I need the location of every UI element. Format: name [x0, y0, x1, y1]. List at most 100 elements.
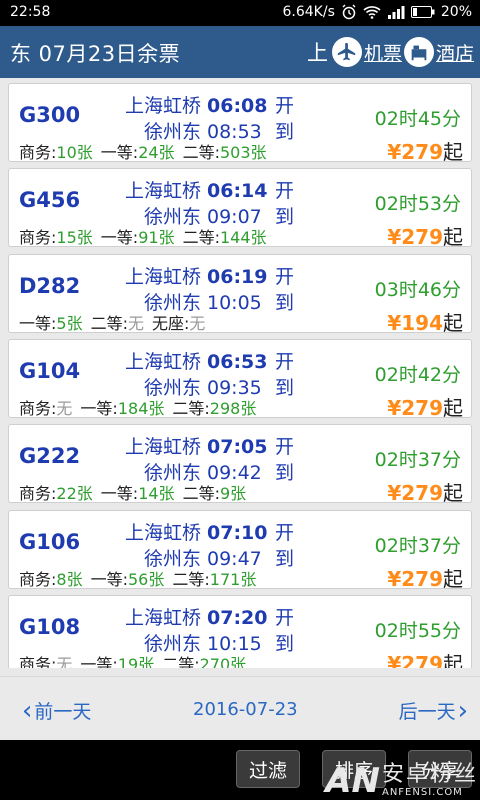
arrival-action: 到: [275, 206, 295, 229]
arrival-action: 到: [275, 547, 295, 570]
seat-count: 56张: [128, 569, 165, 589]
train-card[interactable]: G222 上海虹桥 07:05 开徐州东 09:42 到 02时37分 商务:22张 一等:14…: [8, 424, 472, 506]
arrival-action: 到: [275, 376, 295, 399]
price-suffix: 起: [443, 651, 463, 668]
currency-symbol: ¥: [387, 395, 402, 420]
seat-count: 503张: [219, 143, 267, 162]
flight-link[interactable]: 机票: [331, 37, 402, 67]
prev-day-button[interactable]: ‹ 前一天: [20, 697, 91, 724]
hotel-link[interactable]: 酒店: [403, 37, 474, 67]
departure-time: 06:14: [207, 180, 268, 203]
train-card[interactable]: G106 上海虹桥 07:10 开徐州东 09:47 到 02时37分 商务:8张 一等:56张…: [8, 509, 472, 591]
price-suffix: 起: [443, 566, 463, 591]
departure-action: 开: [275, 265, 295, 288]
seat-availability: 商务:10张 一等:24张 二等:503张: [19, 139, 275, 163]
alarm-icon: [341, 4, 357, 20]
price-amount: 194: [401, 310, 443, 335]
travel-duration: 03时46分: [374, 278, 461, 301]
arrival-time: 10:05: [207, 291, 262, 314]
seat-count: 184张: [117, 398, 165, 418]
seat-availability: 商务:22张 一等:14张 二等:9张: [19, 480, 254, 504]
train-code: G456: [19, 188, 81, 213]
price-suffix: 起: [443, 140, 463, 164]
hotel-icon: [403, 37, 434, 67]
seat-class-label: 无座:: [152, 313, 190, 333]
seat-availability: 商务:无 一等:184张 二等:298张: [19, 395, 264, 419]
travel-duration: 02时42分: [374, 363, 461, 386]
departure-station: 上海虹桥: [124, 180, 201, 203]
seat-class-label: 商务:: [19, 228, 57, 248]
seat-class-label: 一等:: [80, 654, 118, 668]
watermark-cn: 安卓粉丝: [381, 761, 478, 787]
train-card[interactable]: G300 上海虹桥 06:08 开徐州东 08:53 到 02时45分 商务:10张 一等:24…: [8, 83, 472, 164]
seat-class: 二等:298张: [172, 399, 256, 418]
seat-count: 8张: [56, 569, 83, 589]
seat-count: 5张: [56, 313, 83, 333]
ticket-price: ¥194起: [387, 307, 463, 336]
train-list[interactable]: G300 上海虹桥 06:08 开徐州东 08:53 到 02时45分 商务:10张 一等:24…: [0, 78, 480, 668]
next-day-button[interactable]: 后一天 ›: [399, 697, 470, 724]
train-card[interactable]: G108 上海虹桥 07:20 开徐州东 10:15 到 02时55分 商务:无 一等:19张二…: [8, 594, 472, 668]
price-suffix: 起: [443, 310, 463, 335]
currency-symbol: ¥: [387, 566, 402, 591]
next-day-label: 后一天: [398, 701, 456, 723]
departure-row: 上海虹桥 06:19 开: [105, 262, 294, 289]
train-card[interactable]: D282 上海虹桥 06:19 开徐州东 10:05 到 03时46分 一等:5张 二等:无 无座…: [8, 253, 472, 336]
watermark-en: ANFENSI.COM: [381, 787, 463, 798]
departure-time: 06:19: [207, 265, 268, 288]
seat-availability: 一等:5张 二等:无 无座:无: [19, 310, 213, 334]
departure-time: 07:20: [207, 606, 268, 629]
seat-class-label: 一等:: [80, 398, 118, 418]
seat-count: 无: [56, 398, 73, 418]
departure-action: 开: [275, 95, 295, 117]
departure-time: 07:10: [207, 521, 268, 544]
seat-class: 商务:15张: [19, 228, 93, 247]
seat-class: 一等:24张: [101, 143, 175, 162]
seat-availability: 商务:无 一等:19张 二等:270张: [19, 651, 254, 668]
train-card[interactable]: G104 上海虹桥 06:53 开徐州东 09:35 到 02时42分 商务:无 一等:184张…: [8, 338, 472, 420]
seat-count: 9张: [219, 484, 247, 504]
seat-count: 19张: [117, 654, 155, 668]
departure-action: 开: [275, 180, 295, 203]
departure-row: 上海虹桥 06:14 开: [105, 176, 294, 203]
seat-class: 二等:270张: [162, 655, 246, 668]
departure-station: 上海虹桥: [124, 350, 201, 373]
price-suffix: 起: [443, 225, 463, 250]
price-amount: 279: [401, 395, 443, 420]
departure-action: 开: [275, 521, 295, 544]
train-card[interactable]: G456 上海虹桥 06:14 开徐州东 09:07 到 02时53分 商务:15张 一等:91…: [8, 168, 472, 250]
departure-action: 开: [275, 350, 295, 373]
departure-action: 开: [275, 606, 295, 629]
departure-row: 上海虹桥 06:08 开: [105, 91, 294, 118]
filter-button[interactable]: 过滤: [236, 750, 300, 788]
app-header: 东 07月23日余票 上 机票 酒店: [0, 26, 480, 78]
arrival-action: 到: [275, 462, 295, 485]
seat-class-label: 二等:: [182, 228, 220, 248]
seat-class-label: 商务:: [19, 654, 57, 668]
departure-station: 上海虹桥: [124, 606, 201, 629]
seat-class-label: 一等:: [19, 313, 57, 333]
seat-count: 270张: [199, 654, 247, 668]
currency-symbol: ¥: [387, 481, 402, 506]
chevron-left-icon: ‹: [22, 695, 33, 726]
seat-class: 二等:9张: [183, 484, 247, 503]
seat-class: 二等:无: [91, 314, 144, 333]
currency-symbol: ¥: [387, 651, 402, 668]
arrival-action: 到: [275, 121, 295, 143]
travel-duration: 02时37分: [374, 534, 461, 557]
seat-class: 一等:91张: [101, 228, 175, 247]
departure-action: 开: [275, 436, 295, 459]
seat-class: 商务:22张: [19, 484, 93, 503]
action-bar: 过滤 排序 分享 AN 安卓粉丝 ANFENSI.COM: [0, 740, 480, 800]
seat-count: 10张: [56, 143, 93, 162]
seat-class: 二等:144张: [183, 228, 267, 247]
seat-class-label: 二等:: [182, 484, 220, 504]
current-date[interactable]: 2016-07-23: [193, 699, 298, 720]
seat-class-label: 商务:: [19, 569, 57, 589]
seat-count: 15张: [56, 228, 93, 248]
seat-count: 144张: [219, 228, 267, 248]
network-speed: 6.64K/s: [282, 4, 335, 20]
ticket-price: ¥279起: [387, 648, 463, 668]
seat-class-label: 二等:: [90, 313, 128, 333]
arrival-action: 到: [275, 291, 295, 314]
